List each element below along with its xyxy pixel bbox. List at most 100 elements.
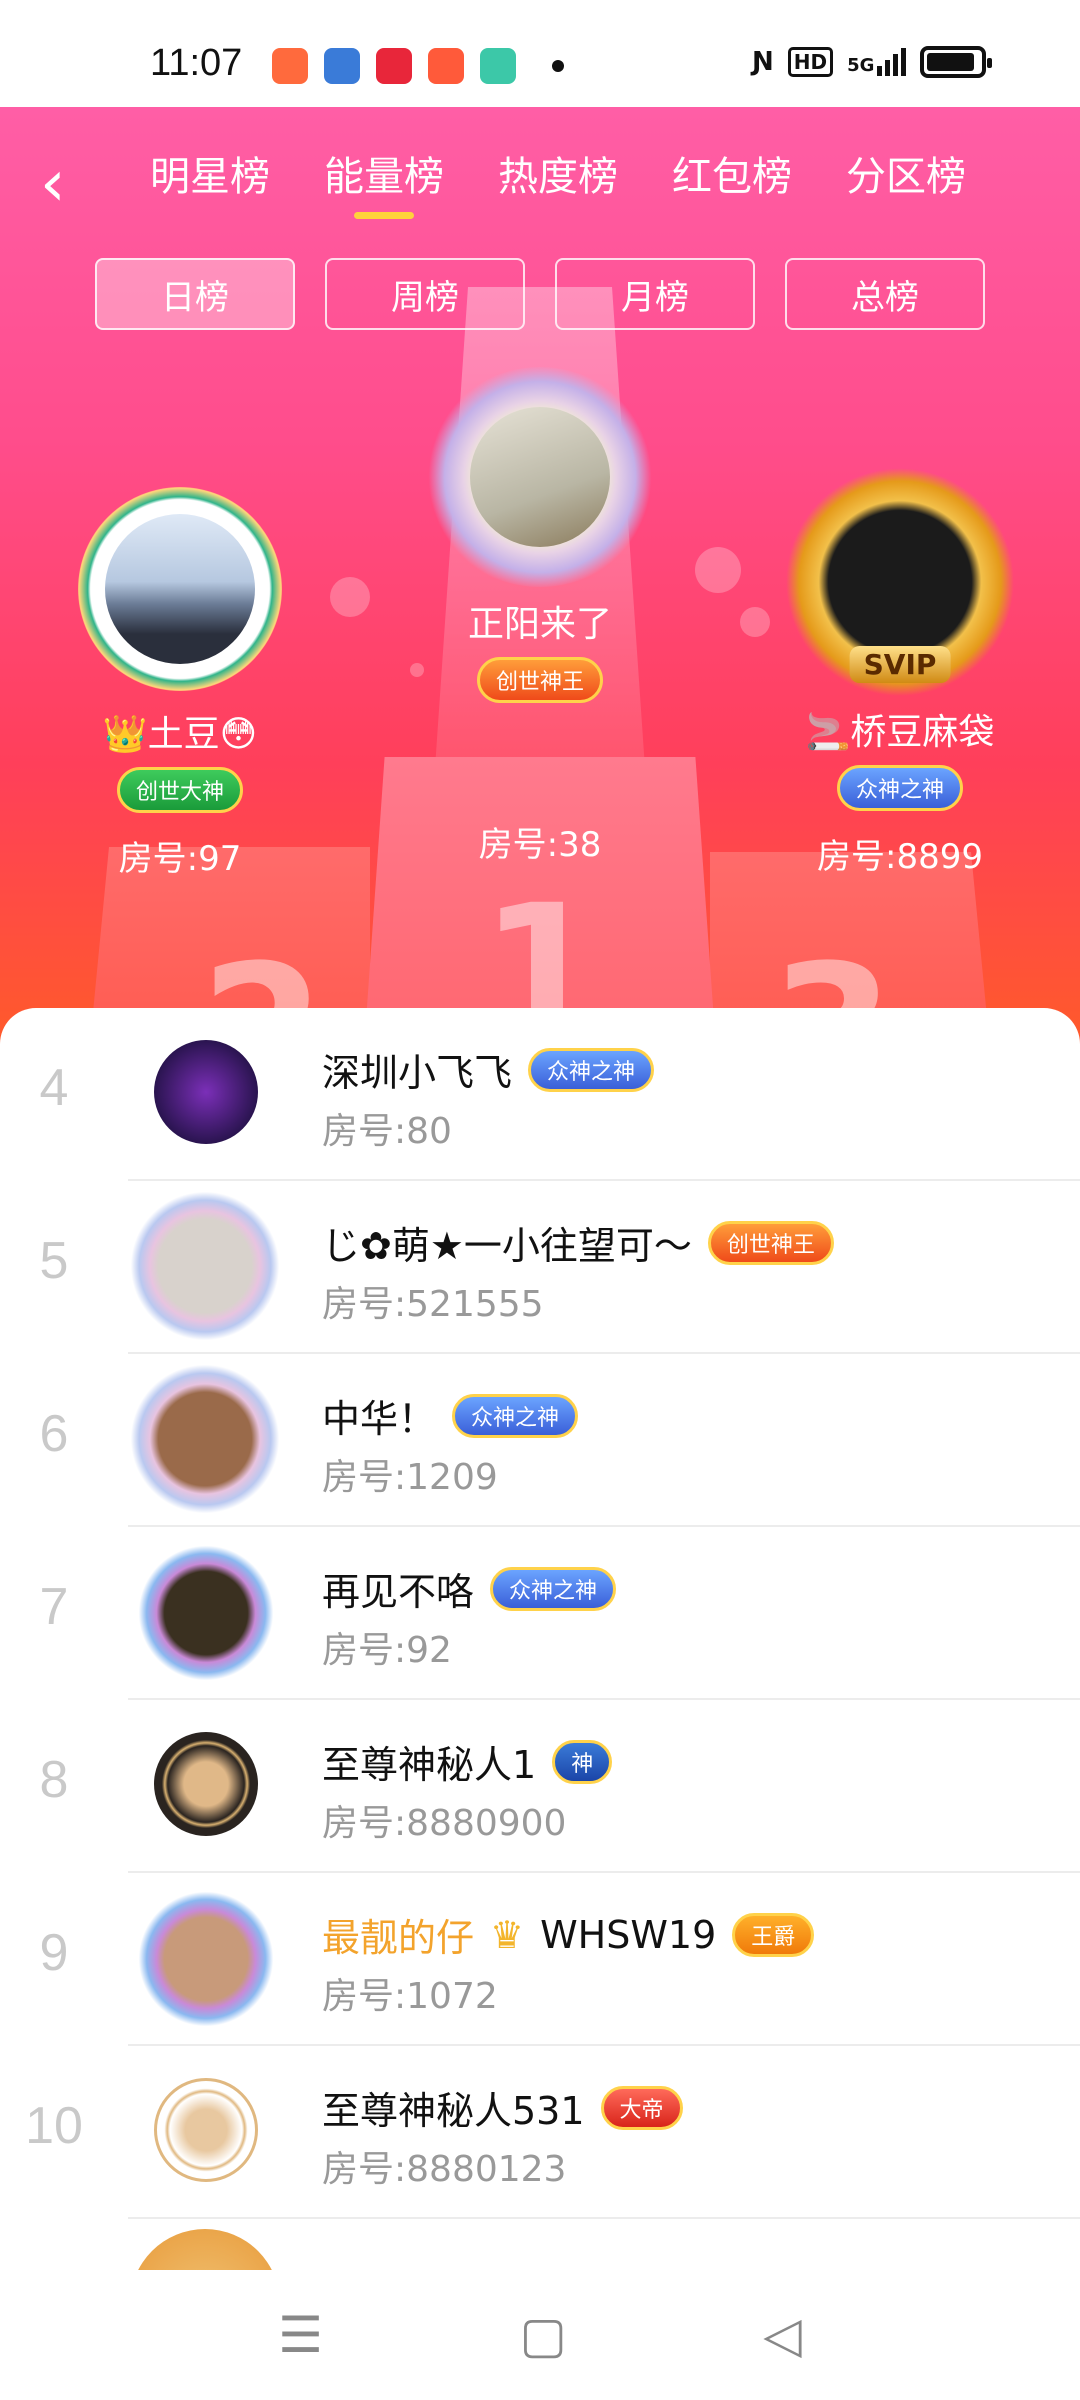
podium-second[interactable]: 👑土豆😳 创世大神 房号:97 — [60, 487, 300, 880]
rank-number: 7 — [39, 1578, 69, 1636]
podium-name: 🚬桥豆麻袋 — [805, 712, 995, 753]
room-number: 房号:80 — [322, 1111, 452, 1152]
music-notification-icon — [428, 48, 464, 84]
user-name-line: 至尊神秘人531 大帝 — [322, 2080, 683, 2135]
avatar[interactable] — [136, 1543, 276, 1683]
user-name-line: 深圳小飞飞 众神之神 — [322, 1042, 655, 1097]
signal-bar — [893, 54, 899, 76]
room-number: 房号:97 — [118, 839, 242, 879]
avatar[interactable]: SVIP — [785, 467, 1015, 697]
podium-first[interactable]: 正阳来了 创世神王 — [400, 367, 680, 703]
avatar[interactable] — [154, 1040, 258, 1144]
system-nav-bar: ☰ ▢ ◁ — [0, 2270, 1080, 2400]
level-badge: 众神之神 — [452, 1393, 579, 1438]
home-icon[interactable]: ▢ — [520, 2306, 567, 2364]
list-item[interactable]: 7 再见不咯 众神之神 房号:92 — [0, 1527, 1080, 1700]
room-number: 房号:521555 — [322, 1284, 544, 1325]
period-monthly[interactable]: 月榜 — [555, 258, 755, 330]
crown-icon: ♛ — [490, 1912, 525, 1957]
tab-star[interactable]: 明星榜 — [150, 147, 270, 219]
room-number: 房号:92 — [322, 1630, 452, 1671]
room-number: 房号:8880900 — [322, 1803, 567, 1844]
avatar[interactable] — [154, 2078, 258, 2182]
list-item[interactable]: 6 中华！ 众神之神 房号:1209 — [0, 1354, 1080, 1527]
ranking-list: 4 深圳小飞飞 众神之神 房号:80 5 じ✿萌★一小往望可～ 创世神王 房号:… — [0, 1008, 1080, 2270]
battery-icon — [920, 46, 993, 78]
back-icon[interactable]: ◁ — [763, 2306, 801, 2364]
user-name: 再见不咯 — [322, 1570, 475, 1614]
menu-icon[interactable]: ☰ — [278, 2306, 323, 2364]
level-badge: 神 — [552, 1739, 613, 1784]
app-notification-icon — [272, 48, 308, 84]
period-weekly[interactable]: 周榜 — [325, 258, 525, 330]
avatar[interactable] — [130, 2229, 280, 2270]
tab-zone[interactable]: 分区榜 — [846, 147, 966, 219]
app-screen: 11:07 Ɲ HD 5G ‹ 明星榜 能量榜 热度榜 红包榜 分区榜 日榜 周… — [0, 0, 1080, 2400]
period-total[interactable]: 总榜 — [785, 258, 985, 330]
user-name: じ✿萌★一小往望可～ — [322, 1224, 692, 1268]
level-badge: 众神之神 — [528, 1047, 655, 1092]
avatar[interactable] — [130, 1364, 280, 1514]
user-name: 中华！ — [322, 1397, 437, 1441]
clock: 11:07 — [150, 42, 243, 84]
network-type-label: 5G — [847, 55, 875, 76]
user-name-line: じ✿萌★一小往望可～ 创世神王 — [322, 1215, 834, 1270]
shield-notification-icon — [480, 48, 516, 84]
avatar[interactable] — [78, 487, 282, 691]
svip-frame-label: SVIP — [849, 646, 951, 683]
baidu-notification-icon — [324, 48, 360, 84]
nfc-icon: Ɲ — [752, 47, 774, 77]
signal-bar — [901, 48, 907, 76]
room-number: 房号:1072 — [322, 1976, 498, 2017]
list-item[interactable]: 8 至尊神秘人1 神 房号:8880900 — [0, 1700, 1080, 1873]
podium-name: 👑土豆😳 — [102, 714, 258, 755]
avatar-image — [105, 514, 255, 664]
rank-number: 8 — [39, 1751, 69, 1809]
system-icons: Ɲ HD 5G — [752, 46, 993, 78]
avatar[interactable] — [154, 1732, 258, 1836]
list-item[interactable]: 10 至尊神秘人531 大帝 房号:8880123 — [0, 2046, 1080, 2219]
room-number: 房号:8899 — [817, 837, 983, 877]
hd-icon: HD — [787, 47, 834, 77]
signal-5g-icon: 5G — [847, 48, 907, 76]
user-name: WHSW19 — [540, 1912, 717, 1957]
user-name-line: 最靓的仔 ♛ WHSW19 王爵 — [322, 1907, 815, 1962]
rank-number: 4 — [39, 1059, 69, 1117]
tab-energy[interactable]: 能量榜 — [324, 147, 444, 219]
back-button[interactable]: ‹ — [40, 149, 90, 219]
list-item[interactable]: 5 じ✿萌★一小往望可～ 创世神王 房号:521555 — [0, 1181, 1080, 1354]
taote-notification-icon — [376, 48, 412, 84]
level-badge: 创世神王 — [707, 1220, 834, 1265]
list-item-partial[interactable] — [0, 2219, 1080, 2270]
user-name-line: 至尊神秘人1 神 — [322, 1734, 613, 1789]
tab-heat[interactable]: 热度榜 — [498, 147, 618, 219]
period-daily[interactable]: 日榜 — [95, 258, 295, 330]
user-name-line: 中华！ 众神之神 — [322, 1388, 579, 1443]
more-notifications-dot — [552, 60, 564, 72]
avatar[interactable] — [130, 1191, 280, 1341]
room-number: 房号:1209 — [322, 1457, 498, 1498]
room-number: 房号:8880123 — [322, 2149, 567, 2190]
signal-bar — [885, 60, 891, 76]
level-badge: 创世神王 — [476, 657, 603, 703]
avatar[interactable] — [136, 1889, 276, 2029]
tab-red-packet[interactable]: 红包榜 — [672, 147, 792, 219]
battery-level — [927, 53, 975, 71]
level-badge: 王爵 — [732, 1912, 815, 1957]
user-name: 至尊神秘人1 — [322, 1743, 537, 1787]
user-name-line: 再见不咯 众神之神 — [322, 1561, 617, 1616]
rank-number: 5 — [39, 1232, 69, 1290]
list-item[interactable]: 4 深圳小飞飞 众神之神 房号:80 — [0, 1008, 1080, 1181]
avatar[interactable] — [425, 367, 655, 587]
bokeh-light — [330, 577, 370, 617]
room-number: 房号:38 — [478, 825, 602, 865]
podium-third[interactable]: SVIP 🚬桥豆麻袋 众神之神 房号:8899 — [770, 467, 1030, 878]
list-item[interactable]: 9 最靓的仔 ♛ WHSW19 王爵 房号:1072 — [0, 1873, 1080, 2046]
signal-bar — [877, 66, 883, 76]
ranking-tabs: 明星榜 能量榜 热度榜 红包榜 分区榜 — [150, 147, 966, 219]
period-tabs: 日榜 周榜 月榜 总榜 — [95, 258, 985, 330]
user-name: 深圳小飞飞 — [322, 1051, 513, 1095]
bokeh-light — [695, 547, 741, 593]
podium-first-room: 房号:38 — [400, 817, 680, 866]
level-badge: 众神之神 — [836, 765, 963, 811]
